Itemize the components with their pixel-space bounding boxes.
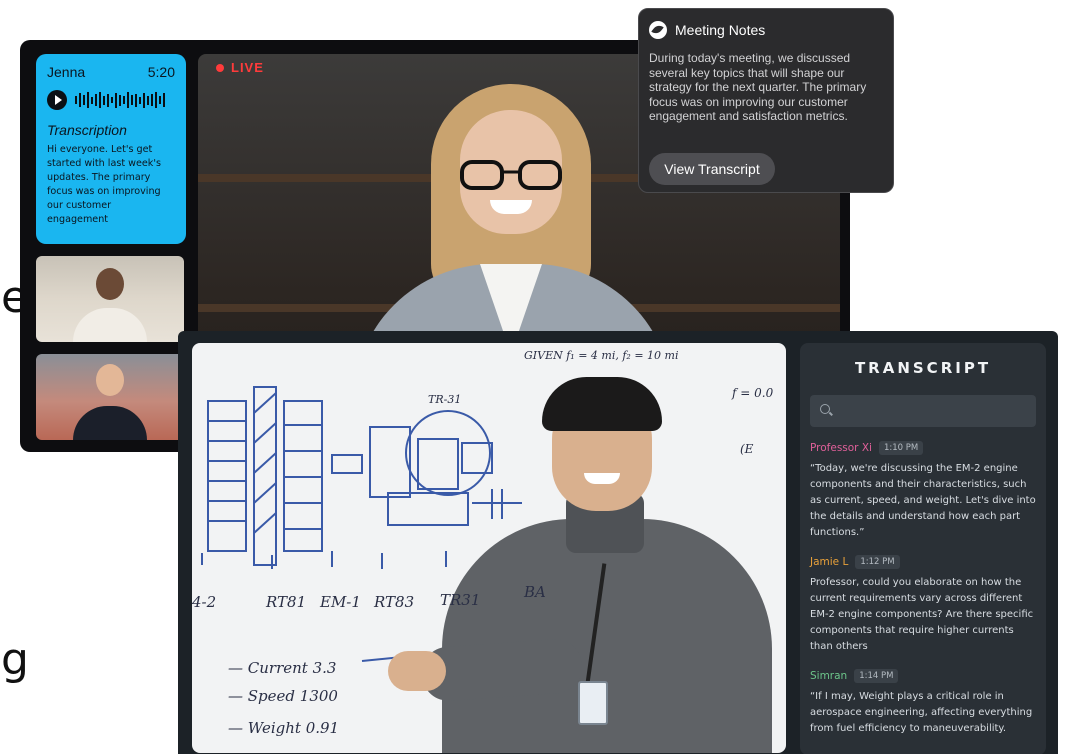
transcript-search (810, 395, 1040, 429)
entry-timestamp: 1:10 PM (878, 441, 924, 455)
entry-header: Professor Xi 1:10 PM (810, 441, 1036, 455)
entry-text: Professor, could you elaborate on how th… (810, 577, 1034, 652)
participant-thumbnail[interactable] (36, 354, 184, 440)
live-dot-icon (216, 63, 224, 72)
participant-body (73, 308, 147, 342)
meeting-notes-header: Meeting Notes (649, 21, 881, 39)
transcript-search-input[interactable] (836, 395, 1040, 429)
participant-body (73, 406, 147, 440)
glasses-icon (460, 160, 562, 190)
board-label: RT83 (373, 593, 414, 611)
board-note: — Weight 0.91 (228, 719, 339, 737)
board-side-mark: f = 0.0 (731, 386, 774, 400)
transcript-entry: Professor Xi 1:10 PM “Today, we're discu… (810, 441, 1036, 541)
transcript-title: TRANSCRIPT (854, 359, 992, 377)
transcription-label: Transcription (47, 122, 127, 138)
entry-timestamp: 1:12 PM (855, 555, 900, 569)
speaker-name: Simran (810, 670, 848, 682)
entry-text: “Today, we're discussing the EM-2 engine… (810, 463, 1036, 538)
play-icon[interactable] (47, 90, 67, 110)
transcription-card: Jenna 5:20 Transcription Hi everyone. Le… (36, 54, 186, 244)
waveform-icon[interactable] (75, 91, 165, 109)
meeting-notes-body: During today's meeting, we discussed sev… (649, 51, 867, 123)
live-label: LIVE (231, 60, 264, 75)
entry-text: “If I may, Weight plays a critical role … (810, 691, 1033, 734)
entry-timestamp: 1:14 PM (854, 669, 899, 683)
participant-head (96, 268, 124, 300)
board-label: 4-2 (192, 593, 216, 611)
transcript-entry: Jamie L 1:12 PM Professor, could you ela… (810, 555, 1036, 655)
board-note: — Current 3.3 (228, 659, 336, 677)
meeting-notes-card: Meeting Notes During today's meeting, we… (638, 8, 894, 193)
call-duration: 5:20 (147, 64, 175, 80)
whiteboard-writing: GIVEN f₁ = 4 mi, f₂ = 10 mi f = 0.0 (E T… (192, 349, 774, 737)
board-label: TR31 (440, 591, 480, 609)
participant-name: Jenna (47, 64, 86, 80)
board-side-mark: TR-31 (428, 393, 461, 406)
speaker-name: Jamie L (810, 556, 849, 568)
live-indicator: LIVE (216, 60, 264, 75)
participant-thumbnail[interactable] (36, 256, 184, 342)
view-transcript-button[interactable]: View Transcript (649, 153, 775, 185)
board-note: — Speed 1300 (228, 687, 338, 705)
speaker-name: Professor Xi (810, 442, 872, 454)
transcript-panel: TRANSCRIPT Professor Xi 1:10 PM “Today, … (800, 343, 1046, 754)
background-text-fragment: g (1, 634, 29, 685)
audio-player (47, 90, 175, 110)
meeting-notes-title: Meeting Notes (675, 22, 766, 38)
transcription-card-header: Jenna 5:20 (47, 64, 175, 80)
board-label: BA (523, 583, 546, 601)
whiteboard: GIVEN f₁ = 4 mi, f₂ = 10 mi f = 0.0 (E T… (192, 343, 786, 753)
leaf-icon (649, 21, 667, 39)
transcript-entry: Simran 1:14 PM “If I may, Weight plays a… (810, 669, 1036, 737)
transcription-text: Hi everyone. Let's get started with last… (47, 144, 161, 225)
entry-header: Simran 1:14 PM (810, 669, 1036, 683)
lecture-window: GIVEN f₁ = 4 mi, f₂ = 10 mi f = 0.0 (E T… (178, 331, 1058, 754)
entry-header: Jamie L 1:12 PM (810, 555, 1036, 569)
search-icon (820, 404, 830, 414)
board-side-mark: (E (740, 442, 754, 456)
board-label: RT81 (265, 593, 306, 611)
board-label: EM-1 (319, 593, 361, 611)
participant-head (96, 364, 124, 396)
board-top-text: GIVEN f₁ = 4 mi, f₂ = 10 mi (524, 349, 679, 362)
